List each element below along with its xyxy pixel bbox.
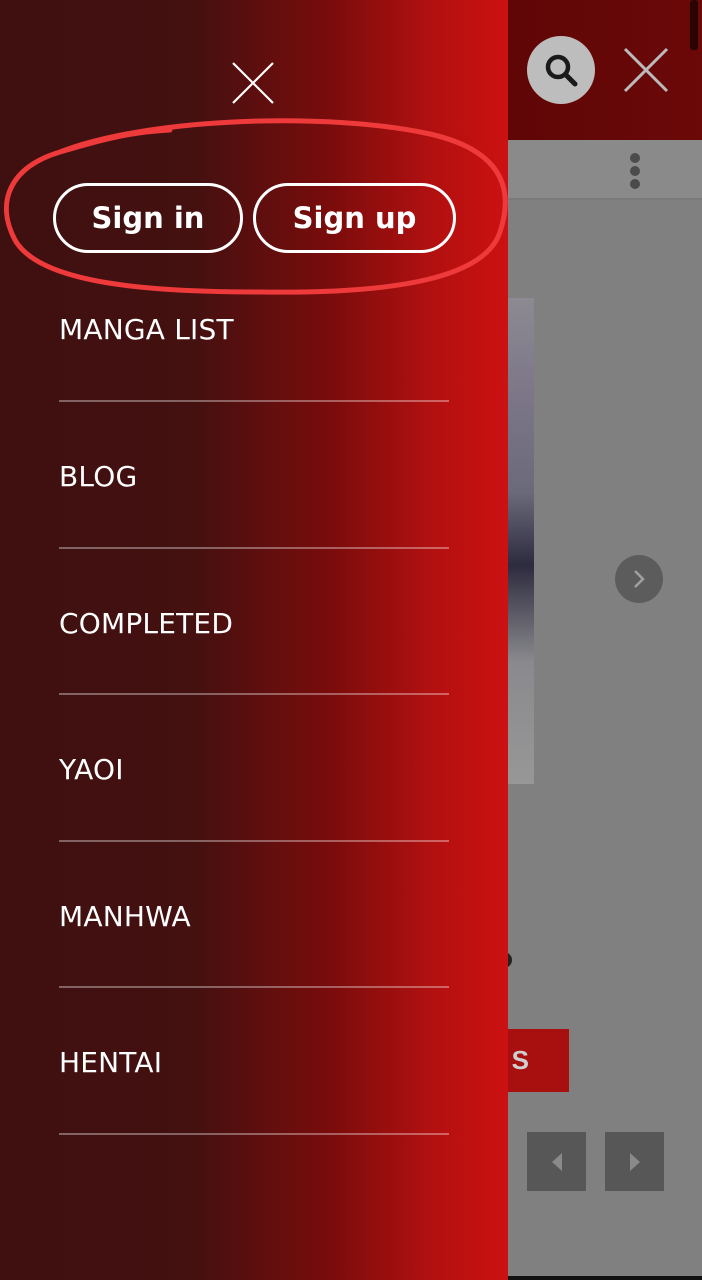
close-icon: [623, 47, 669, 93]
menu-item-label: MANHWA: [59, 899, 191, 933]
triangle-right-icon: [629, 1152, 640, 1171]
menu-item-manhwa[interactable]: MANHWA: [59, 842, 449, 988]
menu-item-yaoi[interactable]: YAOI: [59, 695, 449, 842]
kebab-menu-icon[interactable]: [626, 150, 644, 194]
page-prev-button[interactable]: [527, 1132, 586, 1191]
menu-item-label: HENTAI: [59, 1046, 163, 1079]
sign-in-button[interactable]: Sign in: [53, 183, 243, 253]
close-icon: [232, 62, 274, 104]
scrollbar[interactable]: [690, 0, 698, 50]
search-icon: [545, 54, 578, 87]
menu-item-completed[interactable]: COMPLETED: [59, 549, 449, 695]
triangle-left-icon: [551, 1152, 562, 1171]
page-next-button[interactable]: [605, 1132, 664, 1191]
menu-item-label: YAOI: [59, 753, 124, 786]
menu-item-manga-list[interactable]: MANGA LIST: [59, 293, 449, 402]
menu-item-hentai[interactable]: HENTAI: [59, 988, 449, 1135]
carousel-next-button[interactable]: [615, 555, 663, 603]
drawer-menu: MANGA LIST BLOG COMPLETED YAOI MANHWA HE…: [59, 293, 449, 1135]
navigation-drawer: Sign in Sign up MANGA LIST BLOG COMPLETE…: [0, 0, 508, 1280]
menu-item-blog[interactable]: BLOG: [59, 402, 449, 549]
menu-item-label: BLOG: [59, 460, 138, 493]
search-button[interactable]: [527, 36, 595, 104]
chevron-right-icon: [634, 570, 645, 588]
background-action-label: S: [511, 1045, 529, 1075]
header-close-button[interactable]: [620, 44, 672, 96]
sign-up-button[interactable]: Sign up: [253, 183, 456, 253]
menu-item-label: MANGA LIST: [59, 313, 234, 346]
auth-buttons: Sign in Sign up: [53, 183, 456, 253]
menu-item-label: COMPLETED: [59, 606, 234, 640]
drawer-close-button[interactable]: [230, 60, 276, 106]
app-screen: S Sign in Sign up MANGA LIST BLOG COMPLE…: [0, 0, 702, 1280]
